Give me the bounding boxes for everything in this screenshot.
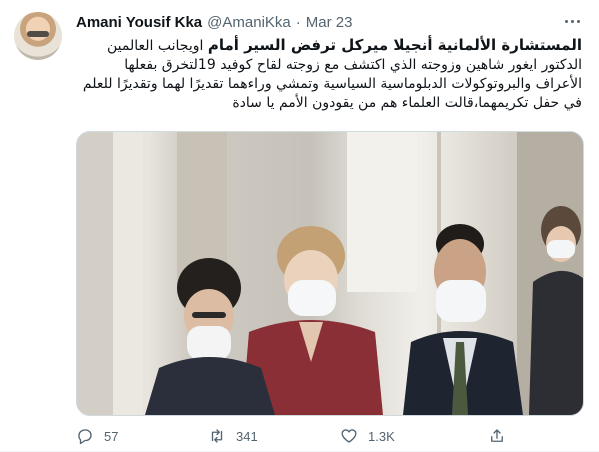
author-handle[interactable]: @AmaniKka xyxy=(207,14,291,31)
tweet-text: المستشارة الألمانية أنجيلا ميركل ترفض ال… xyxy=(76,36,582,113)
author-name[interactable]: Amani Yousif Kka xyxy=(76,14,202,31)
separator: · xyxy=(295,14,301,31)
retweet-icon xyxy=(211,429,223,443)
avatar[interactable] xyxy=(14,12,62,60)
like-count: 1.3K xyxy=(368,428,395,444)
like-button[interactable]: 1.3K xyxy=(340,427,472,445)
retweet-button[interactable]: 341 xyxy=(208,427,340,445)
retweet-count: 341 xyxy=(236,428,258,444)
tweet-date[interactable]: Mar 23 xyxy=(306,14,353,31)
tweet-header: Amani Yousif Kka @AmaniKka · Mar 23 xyxy=(76,14,559,34)
like-icon xyxy=(341,429,357,443)
more-icon[interactable] xyxy=(559,10,585,32)
action-bar: 57 341 1.3K xyxy=(76,426,582,446)
reply-button[interactable]: 57 xyxy=(76,427,208,445)
tweet-text-bold: المستشارة الألمانية أنجيلا ميركل ترفض ال… xyxy=(207,36,582,54)
tweet-photo[interactable] xyxy=(76,131,584,416)
photo-illustration xyxy=(77,132,583,415)
reply-icon xyxy=(78,429,92,445)
reply-count: 57 xyxy=(104,428,119,444)
share-button[interactable] xyxy=(488,427,506,445)
share-icon xyxy=(491,429,503,442)
tweet[interactable]: Amani Yousif Kka @AmaniKka · Mar 23 المس… xyxy=(0,0,599,452)
